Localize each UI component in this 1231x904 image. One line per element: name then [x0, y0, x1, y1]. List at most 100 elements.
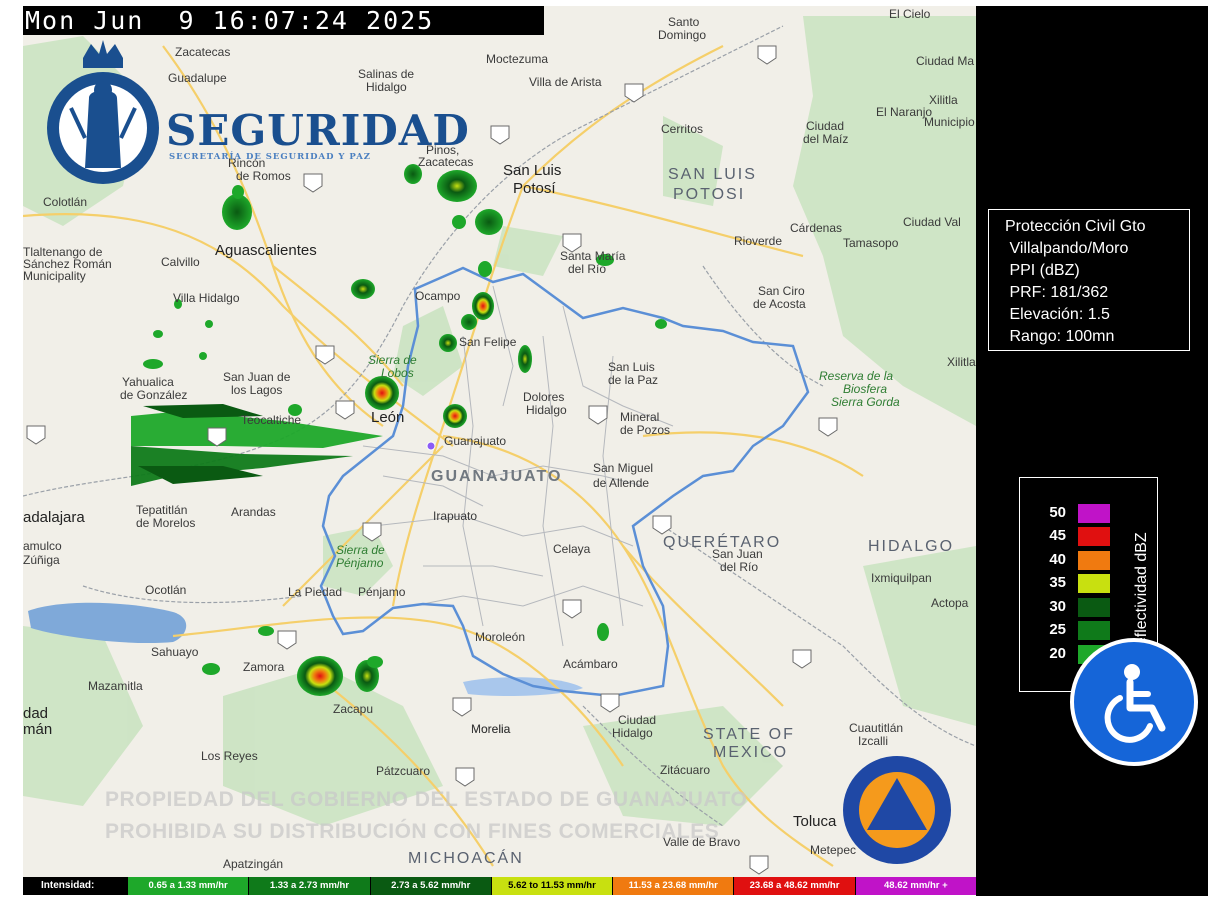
place-label: Villa de Arista: [529, 75, 602, 89]
place-label: Calvillo: [161, 255, 200, 269]
place-label: Domingo: [658, 28, 707, 42]
lake-cuitzeo: [463, 677, 583, 696]
civil-protection-seal: [843, 756, 951, 864]
state-label: HIDALGO: [868, 538, 955, 555]
state-label: STATE OF: [703, 726, 795, 743]
radar-info-line: PRF: 181/362: [1005, 284, 1109, 301]
legend-row: 45: [1020, 525, 1110, 547]
legend-row: 25: [1020, 619, 1110, 641]
place-label: Hidalgo: [612, 726, 653, 740]
city-label: Toluca: [793, 813, 837, 830]
place-label: del Río: [568, 262, 607, 276]
guanajuato-border: [319, 266, 810, 698]
city-label: León: [371, 409, 405, 426]
intensity-range: 11.53 a 23.68 mm/hr: [612, 877, 734, 895]
place-label: de Morelos: [136, 516, 196, 530]
place-label: Villa Hidalgo: [173, 291, 240, 305]
place-label: Arandas: [231, 505, 276, 519]
city-label: San Luis: [503, 162, 562, 179]
state-label: MEXICO: [713, 744, 789, 761]
legend-swatch: [1078, 527, 1110, 546]
radar-info-line: PPI (dBZ): [1005, 262, 1080, 279]
place-label: Apatzingán: [223, 857, 284, 871]
intensity-label: Intensidad:: [41, 880, 95, 891]
legend-value: 25: [1049, 621, 1066, 638]
place-label: de Pozos: [620, 423, 671, 437]
legend-value: 35: [1049, 574, 1066, 591]
legend-swatch: [1078, 504, 1110, 523]
intensity-range: 0.65 a 1.33 mm/hr: [127, 877, 249, 895]
radar-info-line: Elevación: 1.5: [1005, 306, 1110, 323]
place-label: Moroleón: [475, 630, 526, 644]
legend-row: 40: [1020, 549, 1110, 571]
radar-map: SAN LUIS POTOSI GUANAJUATO QUERÉTARO HID…: [23, 6, 976, 877]
place-label: de González: [120, 388, 188, 402]
legend-swatch: [1078, 598, 1110, 617]
place-label: Mazamitla: [88, 679, 143, 693]
place-label: de la Paz: [608, 373, 659, 387]
intensity-range: 48.62 mm/hr +: [854, 877, 976, 895]
place-label: Hidalgo: [526, 403, 567, 417]
legend-value: 40: [1049, 551, 1066, 568]
place-label: Actopa: [931, 596, 969, 610]
place-label: amulco: [23, 539, 62, 553]
intensity-range: 1.33 a 2.73 mm/hr: [248, 877, 370, 895]
park-label: Pénjamo: [336, 556, 384, 570]
place-label: Xilitla: [929, 93, 958, 107]
logo-title: SEGURIDAD: [166, 106, 470, 155]
radar-info-line: Villalpando/Moro: [1005, 240, 1129, 257]
state-label-guanajuato: GUANAJUATO: [431, 468, 563, 485]
place-label: adalajara: [23, 509, 85, 526]
info-panel: [976, 6, 1208, 896]
place-label: Municipio: [924, 115, 975, 129]
state-label: POTOSI: [673, 186, 746, 203]
legend-value: 30: [1049, 598, 1066, 615]
park-label: Sierra Gorda: [831, 395, 900, 409]
park-label: Lobos: [381, 366, 414, 380]
place-label: Tamasopo: [843, 236, 899, 250]
place-label: San Felipe: [459, 335, 517, 349]
state-seal-icon: [47, 40, 159, 184]
logo-subtitle: SECRETARÍA DE SEGURIDAD Y PAZ: [169, 152, 372, 162]
place-label: Moctezuma: [486, 52, 549, 66]
place-label: Pátzcuaro: [376, 764, 431, 778]
radar-info-box: Protección Civil Gto Villalpando/Moro PP…: [988, 209, 1190, 351]
place-label: de Allende: [593, 476, 650, 490]
radar-info-line: Protección Civil Gto: [1005, 218, 1146, 235]
place-label: Cárdenas: [790, 221, 843, 235]
legend-value: 50: [1049, 504, 1066, 521]
state-label: MICHOACÁN: [408, 850, 524, 867]
place-label: Morelia: [471, 722, 511, 736]
city-label: Celaya: [553, 542, 591, 556]
place-label: los Lagos: [231, 383, 283, 397]
place-label: Ciudad Ma: [916, 54, 975, 68]
legend-row: 30: [1020, 596, 1110, 618]
legend-value: 20: [1049, 645, 1066, 662]
city-label: Guanajuato: [444, 434, 507, 448]
watermark-line-2: PROHIBIDA SU DISTRIBUCIÓN CON FINES COME…: [105, 820, 720, 843]
wheelchair-accessibility-icon: [1104, 664, 1166, 743]
state-label: SAN LUIS: [668, 166, 757, 183]
legend-swatch: [1078, 551, 1110, 570]
place-label: La Piedad: [288, 585, 343, 599]
place-label: Los Reyes: [201, 749, 258, 763]
intensity-scale-bar: Intensidad: 0.65 a 1.33 mm/hr 1.33 a 2.7…: [23, 877, 976, 895]
timestamp: Mon Jun 9 16:07:24 2025: [23, 6, 544, 35]
place-label: Xilitla: [947, 355, 976, 369]
place-label: del Río: [720, 560, 759, 574]
place-label: San Miguel: [593, 461, 654, 475]
legend-row: 50: [1020, 502, 1110, 524]
place-label: El Cielo: [889, 7, 931, 21]
accessibility-button[interactable]: [1070, 638, 1198, 766]
intensity-range: 23.68 a 48.62 mm/hr: [733, 877, 855, 895]
place-label: Ixmiquilpan: [871, 571, 932, 585]
legend-value: 45: [1049, 527, 1066, 544]
place-label: Municipality: [23, 269, 86, 283]
legend-row: 35: [1020, 572, 1110, 594]
place-label: Zúñiga: [23, 553, 60, 567]
place-label: dad: [23, 705, 49, 722]
place-label: Zacapu: [333, 702, 374, 716]
city-label: Irapuato: [433, 509, 478, 523]
radar-info-line: Rango: 100mn: [1005, 328, 1115, 345]
place-label: Acámbaro: [563, 657, 618, 671]
